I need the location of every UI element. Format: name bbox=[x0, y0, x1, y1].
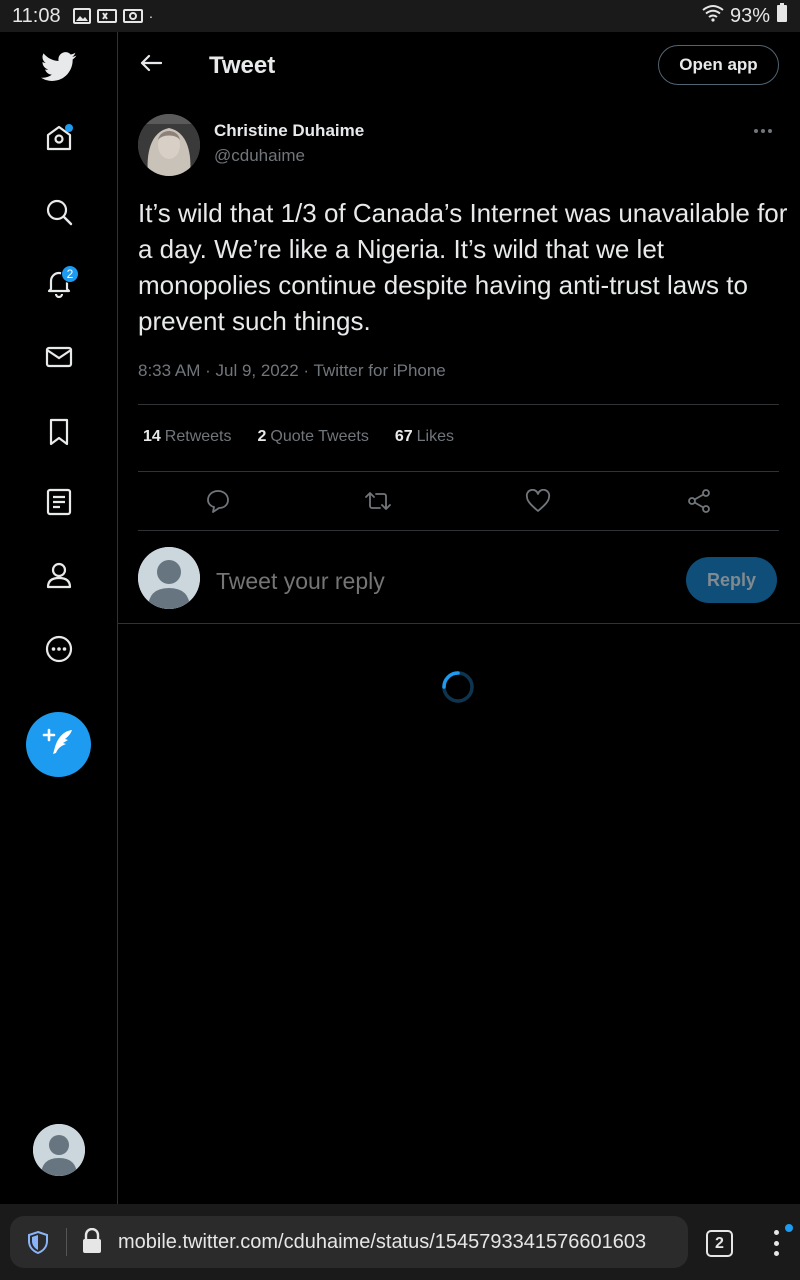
browser-toolbar: mobile.twitter.com/cduhaime/status/15457… bbox=[0, 1204, 800, 1280]
sidebar-item-messages[interactable] bbox=[33, 333, 85, 385]
open-app-button[interactable]: Open app bbox=[658, 45, 779, 85]
divider bbox=[138, 471, 779, 472]
list-icon bbox=[44, 487, 74, 522]
sidebar-item-bookmarks[interactable] bbox=[33, 408, 85, 460]
main-column: Tweet Open app Christine Duhaime @cduhai… bbox=[118, 32, 800, 1204]
status-bar: 11:08 · 93% bbox=[0, 0, 800, 32]
author-avatar[interactable] bbox=[138, 114, 200, 176]
url-text[interactable]: mobile.twitter.com/cduhaime/status/15457… bbox=[118, 1231, 646, 1254]
quote-tweets-stat[interactable]: 2 Quote Tweets bbox=[258, 428, 369, 446]
battery-icon bbox=[776, 3, 788, 29]
tab-switcher-button[interactable]: 2 bbox=[706, 1230, 733, 1257]
back-button[interactable] bbox=[134, 48, 168, 82]
like-action[interactable] bbox=[523, 488, 553, 518]
address-bar[interactable]: mobile.twitter.com/cduhaime/status/15457… bbox=[10, 1216, 688, 1268]
page-header: Tweet Open app bbox=[118, 32, 800, 98]
sidebar-item-explore[interactable] bbox=[33, 188, 85, 240]
lock-icon[interactable] bbox=[80, 1227, 104, 1254]
tweet-text: It’s wild that 1/3 of Canada’s Internet … bbox=[138, 198, 788, 336]
reply-input[interactable] bbox=[216, 564, 656, 598]
page-title: Tweet bbox=[209, 52, 276, 79]
mail-icon bbox=[44, 342, 74, 377]
dot-icon: · bbox=[148, 8, 154, 24]
reply-avatar bbox=[138, 547, 200, 609]
sidebar-item-more[interactable] bbox=[33, 625, 85, 677]
heart-icon bbox=[525, 488, 551, 518]
likes-stat[interactable]: 67 Likes bbox=[395, 428, 454, 446]
gallery-icon bbox=[72, 8, 91, 24]
notifications-badge: 2 bbox=[61, 265, 79, 283]
profile-icon bbox=[44, 560, 74, 595]
divider bbox=[138, 404, 779, 405]
battery-level: 93% bbox=[729, 4, 770, 27]
more-options-icon[interactable] bbox=[748, 118, 778, 144]
retweets-stat[interactable]: 14 Retweets bbox=[143, 428, 232, 446]
address-bar-separator bbox=[66, 1228, 67, 1256]
camera-icon bbox=[122, 8, 143, 24]
author-handle[interactable]: @cduhaime bbox=[214, 146, 305, 166]
share-action[interactable] bbox=[684, 488, 714, 518]
tweet-date[interactable]: Jul 9, 2022 bbox=[215, 361, 298, 380]
compose-tweet-button[interactable] bbox=[26, 712, 91, 777]
tweet-source[interactable]: Twitter for iPhone bbox=[313, 361, 445, 380]
sidebar-item-notifications[interactable]: 2 bbox=[33, 259, 85, 311]
divider bbox=[138, 530, 779, 531]
arrow-left-icon bbox=[140, 54, 163, 77]
sidebar-item-home[interactable] bbox=[33, 114, 85, 166]
retweet-icon bbox=[364, 489, 392, 518]
tweet-actions bbox=[138, 482, 779, 522]
wifi-icon bbox=[702, 4, 724, 28]
sidebar-nav: 2 bbox=[0, 32, 118, 1204]
twitter-logo-icon[interactable] bbox=[33, 41, 85, 93]
feather-plus-icon bbox=[42, 727, 76, 762]
account-avatar[interactable] bbox=[33, 1124, 85, 1176]
search-icon bbox=[44, 197, 74, 232]
share-icon bbox=[686, 488, 712, 519]
screen-record-icon bbox=[96, 8, 117, 24]
tweet-meta: 8:33 AM · Jul 9, 2022 · Twitter for iPho… bbox=[138, 361, 446, 380]
retweet-action[interactable] bbox=[363, 488, 393, 518]
home-unread-dot bbox=[65, 124, 73, 132]
sidebar-item-profile[interactable] bbox=[33, 551, 85, 603]
divider bbox=[118, 623, 800, 624]
more-circle-icon bbox=[44, 634, 74, 669]
browser-menu-icon[interactable] bbox=[766, 1228, 786, 1258]
tweet-time[interactable]: 8:33 AM bbox=[138, 361, 200, 380]
menu-notification-dot bbox=[785, 1224, 793, 1232]
status-time: 11:08 bbox=[12, 4, 61, 27]
shield-icon[interactable] bbox=[26, 1230, 50, 1255]
author-name[interactable]: Christine Duhaime bbox=[214, 121, 364, 141]
reply-action[interactable] bbox=[203, 488, 233, 518]
bookmark-icon bbox=[44, 417, 74, 452]
sidebar-item-lists[interactable] bbox=[33, 478, 85, 530]
reply-button[interactable]: Reply bbox=[686, 557, 777, 603]
loading-spinner-icon bbox=[441, 670, 475, 704]
comment-icon bbox=[205, 488, 231, 519]
tweet-stats: 14 Retweets 2 Quote Tweets 67 Likes bbox=[143, 428, 454, 446]
